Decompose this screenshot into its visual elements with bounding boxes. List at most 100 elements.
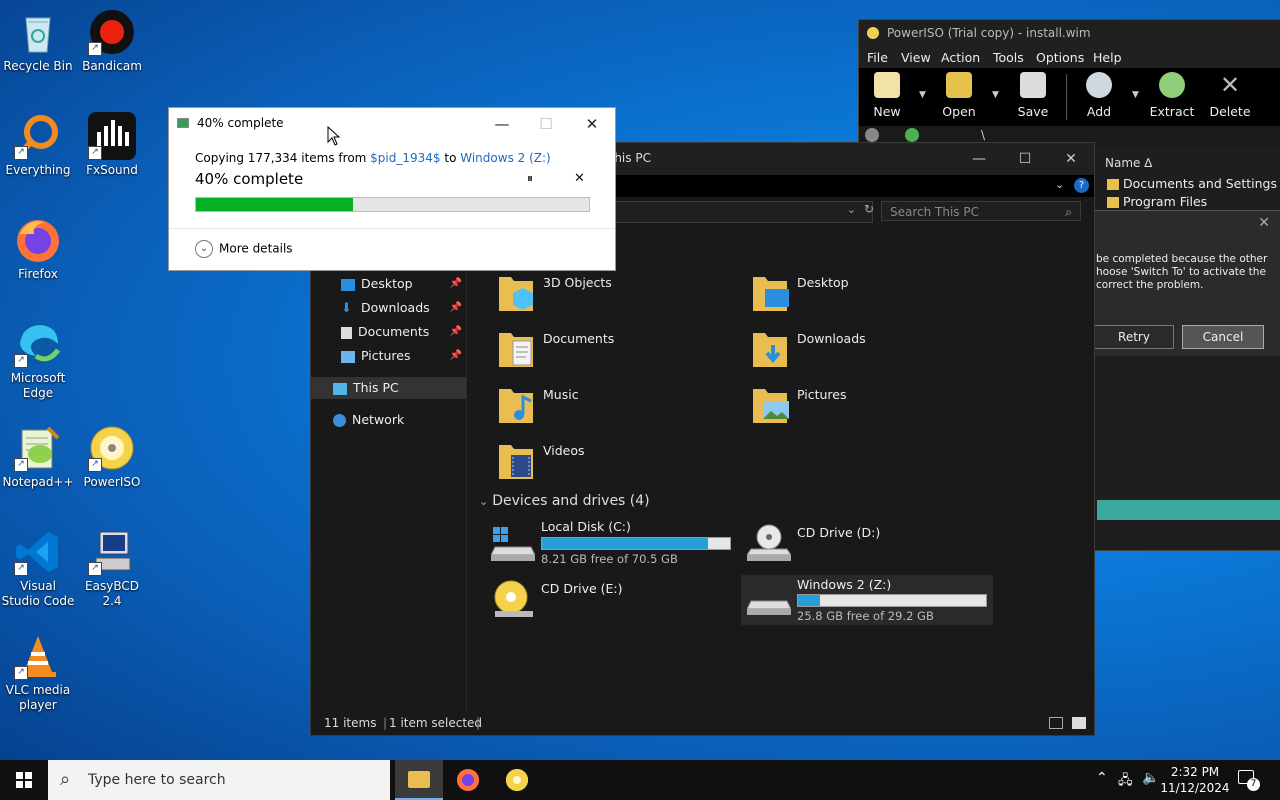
- copy-files-icon: [177, 118, 189, 128]
- desktop-icon-vlc[interactable]: ↗ VLC media player: [0, 632, 76, 713]
- open-dropdown-icon[interactable]: ▼: [992, 90, 999, 100]
- folder-downloads[interactable]: Downloads: [751, 327, 991, 379]
- expand-chevron-icon: ⌄: [195, 240, 213, 258]
- desktop-icon-firefox[interactable]: Firefox: [0, 216, 76, 282]
- nav-item-this-pc[interactable]: This PC: [311, 377, 466, 399]
- drive-free-space: 8.21 GB free of 70.5 GB: [541, 552, 678, 566]
- desktop-icon-bandicam[interactable]: ↗ Bandicam: [74, 8, 150, 74]
- pictures-folder-icon: [751, 383, 789, 425]
- folder-desktop[interactable]: Desktop: [751, 271, 991, 323]
- taskbar-firefox[interactable]: [444, 760, 492, 800]
- drive-cd-e[interactable]: CD Drive (E:): [491, 575, 736, 623]
- file-row[interactable]: Program Files: [1107, 194, 1280, 209]
- add-dropdown-icon[interactable]: ▼: [1132, 90, 1139, 100]
- file-explorer-icon: [408, 771, 430, 788]
- refresh-icon[interactable]: ↻: [864, 202, 874, 216]
- folder-music[interactable]: Music: [497, 383, 737, 435]
- file-row[interactable]: Documents and Settings: [1107, 176, 1280, 191]
- taskbar-poweriso[interactable]: [493, 760, 541, 800]
- copy-status-to: to: [440, 151, 461, 165]
- notifications-button[interactable]: 7: [1238, 770, 1260, 791]
- downloads-folder-icon: [751, 327, 789, 369]
- pin-icon: 📌: [449, 350, 462, 361]
- drive-windows-2-z[interactable]: Windows 2 (Z:) 25.8 GB free of 29.2 GB: [741, 575, 993, 625]
- nav-item-documents[interactable]: Documents 📌: [341, 321, 466, 343]
- desktop-icon-notepadpp[interactable]: ↗ Notepad++: [0, 424, 76, 490]
- show-hidden-icons-chevron[interactable]: ⌃: [1096, 770, 1108, 786]
- volume-icon[interactable]: 🔈: [1142, 770, 1159, 786]
- menu-file[interactable]: File: [867, 50, 888, 65]
- nav-item-pictures[interactable]: Pictures 📌: [341, 345, 466, 367]
- cancel-copy-button[interactable]: ✕: [574, 171, 585, 186]
- extract-button[interactable]: Extract: [1147, 72, 1197, 119]
- desktop-icon-label: Firefox: [18, 267, 58, 281]
- menu-tools[interactable]: Tools: [993, 50, 1024, 65]
- nav-item-desktop[interactable]: Desktop 📌: [341, 273, 466, 295]
- add-button[interactable]: Add: [1074, 72, 1124, 119]
- open-button[interactable]: Open: [934, 72, 984, 119]
- forward-arrow-icon[interactable]: [905, 128, 919, 142]
- source-link[interactable]: $pid_1934$: [370, 151, 440, 165]
- drive-local-disk-c[interactable]: Local Disk (C:) 8.21 GB free of 70.5 GB: [490, 519, 736, 567]
- close-icon[interactable]: ✕: [1258, 215, 1270, 231]
- menu-help[interactable]: Help: [1093, 50, 1122, 65]
- cancel-button[interactable]: Cancel: [1182, 325, 1264, 349]
- new-button[interactable]: New: [862, 72, 912, 119]
- firefox-icon: [457, 769, 479, 791]
- tiles-view-icon[interactable]: [1072, 717, 1086, 729]
- nav-item-downloads[interactable]: ⬇ Downloads 📌: [341, 297, 466, 319]
- desktop-icon-recycle-bin[interactable]: Recycle Bin: [0, 8, 76, 74]
- network-icon[interactable]: 🖧: [1118, 771, 1133, 793]
- desktop-icon-easybcd[interactable]: ↗ EasyBCD 2.4: [74, 528, 150, 609]
- menu-options[interactable]: Options: [1036, 50, 1084, 65]
- save-icon: [1020, 72, 1046, 98]
- pause-button[interactable]: ⏸: [527, 171, 533, 186]
- desktop-icon-vscode[interactable]: ↗ Visual Studio Code: [0, 528, 76, 609]
- maximize-button[interactable]: ☐: [1002, 143, 1048, 175]
- close-button[interactable]: ✕: [1048, 143, 1094, 175]
- devices-drives-header[interactable]: ⌄ Devices and drives (4): [479, 493, 650, 509]
- minimize-button[interactable]: —: [956, 143, 1002, 175]
- folder-documents[interactable]: Documents: [497, 327, 737, 379]
- menu-action[interactable]: Action: [941, 50, 980, 65]
- maximize-button: ☐: [539, 115, 553, 133]
- help-icon[interactable]: ?: [1074, 178, 1089, 193]
- clock[interactable]: 2:32 PM 11/12/2024: [1160, 764, 1230, 796]
- bandicam-icon: ↗: [88, 8, 136, 56]
- taskbar-file-explorer[interactable]: [395, 760, 443, 800]
- new-dropdown-icon[interactable]: ▼: [919, 90, 926, 100]
- folder-videos[interactable]: Videos: [497, 439, 737, 491]
- open-folder-icon: [946, 72, 972, 98]
- details-view-icon[interactable]: [1049, 717, 1063, 729]
- search-input[interactable]: Search This PC ⌕: [881, 201, 1081, 221]
- poweriso-titlebar[interactable]: PowerISO (Trial copy) - install.wim: [859, 20, 1280, 46]
- destination-link[interactable]: Windows 2 (Z:): [460, 151, 550, 165]
- copy-dialog-titlebar[interactable]: 40% complete — ☐ ✕: [169, 108, 615, 138]
- save-button[interactable]: Save: [1008, 72, 1058, 119]
- retry-button[interactable]: Retry: [1094, 325, 1174, 349]
- desktop-icon-edge[interactable]: ↗ Microsoft Edge: [0, 320, 76, 401]
- desktop-icon-fxsound[interactable]: ↗ FxSound: [74, 112, 150, 178]
- folder-pictures[interactable]: Pictures: [751, 383, 991, 435]
- minimize-button[interactable]: —: [482, 112, 522, 136]
- status-separator: |: [383, 716, 388, 730]
- close-button[interactable]: ✕: [572, 112, 612, 136]
- desktop-icon-label: PowerISO: [83, 475, 141, 489]
- ribbon-expand-icon[interactable]: ⌄: [1055, 178, 1064, 191]
- address-bar[interactable]: ⌄ ↻: [601, 201, 874, 223]
- name-column-header[interactable]: Name ∆: [1105, 156, 1152, 170]
- address-dropdown-icon[interactable]: ⌄: [847, 203, 856, 216]
- desktop-icon-poweriso[interactable]: ↗ PowerISO: [74, 424, 150, 490]
- nav-item-network[interactable]: Network: [333, 409, 458, 431]
- folder-3d-objects[interactable]: 3D Objects: [497, 271, 737, 323]
- taskbar-search-box[interactable]: ⌕ Type here to search: [48, 760, 390, 800]
- delete-button[interactable]: ✕ Delete: [1205, 72, 1255, 119]
- menu-view[interactable]: View: [901, 50, 931, 65]
- desktop-icon-everything[interactable]: ↗ Everything: [0, 112, 76, 178]
- folder-name: 3D Objects: [543, 275, 612, 290]
- drive-cd-d[interactable]: CD Drive (D:): [746, 519, 992, 567]
- back-arrow-icon[interactable]: [865, 128, 879, 142]
- more-details-toggle[interactable]: ⌄ More details: [195, 240, 293, 258]
- start-button[interactable]: [0, 760, 48, 800]
- fxsound-icon: ↗: [88, 112, 136, 160]
